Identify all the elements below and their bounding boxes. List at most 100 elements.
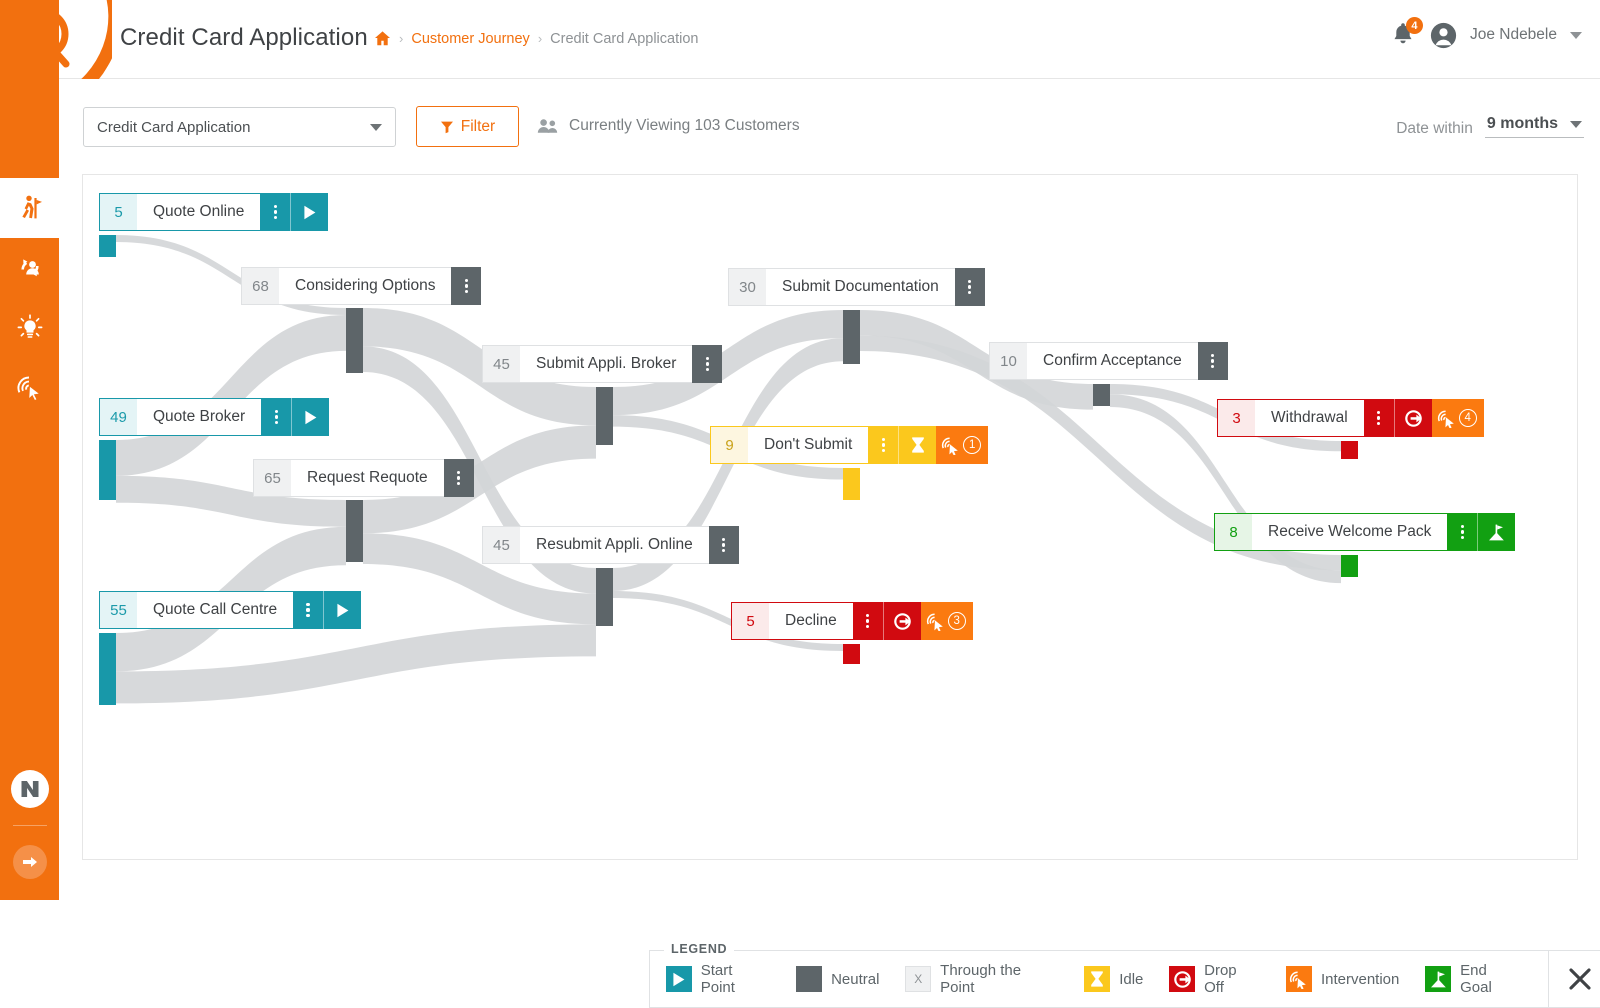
node-bar-quote_call[interactable] (99, 633, 116, 705)
legend-label: Through the Point (940, 962, 1058, 996)
node-bar-considering[interactable] (346, 308, 363, 373)
legend-close-button[interactable] (1548, 951, 1600, 1007)
kebab-icon (1461, 525, 1464, 540)
journey-node-welcome_pack[interactable]: 8Receive Welcome Pack (1214, 513, 1515, 551)
node-kebab-button[interactable] (1364, 399, 1394, 437)
idle-icon-swatch (1084, 966, 1110, 992)
node-count: 8 (1214, 513, 1252, 551)
sidebar-item-insights[interactable] (0, 298, 59, 358)
node-bar-decline[interactable] (843, 644, 860, 664)
node-kebab-button[interactable] (1447, 513, 1477, 551)
filter-button[interactable]: Filter (416, 106, 519, 147)
journey-node-considering[interactable]: 68Considering Options (241, 267, 481, 305)
node-bar-dont_submit[interactable] (843, 468, 860, 500)
node-bar-resubmit_online[interactable] (596, 568, 613, 626)
sidebar-item-customers[interactable] (0, 238, 59, 298)
node-intervention-button[interactable]: 4 (1432, 399, 1484, 437)
top-header: Credit Card Application › Customer Journ… (0, 0, 1600, 79)
node-kebab-button[interactable] (1198, 342, 1228, 380)
chevron-down-icon[interactable] (1570, 32, 1582, 39)
node-bar-submit_broker[interactable] (596, 387, 613, 445)
node-bar-request_requote[interactable] (346, 500, 363, 562)
node-start-point-button[interactable] (291, 398, 329, 436)
node-kebab-button[interactable] (444, 459, 474, 497)
journey-canvas[interactable]: 5Quote Online68Considering Options49Quot… (82, 174, 1578, 860)
node-kebab-button[interactable] (955, 268, 985, 306)
node-end-goal-button[interactable] (1477, 513, 1515, 551)
start-point-icon (670, 971, 687, 988)
chevron-down-icon (370, 124, 382, 131)
journey-node-submit_doc[interactable]: 30Submit Documentation (728, 268, 985, 306)
drop-off-icon-swatch (1169, 966, 1195, 992)
kebab-icon (1377, 411, 1380, 426)
node-intervention-button[interactable]: 3 (921, 602, 973, 640)
journey-node-withdrawal[interactable]: 3Withdrawal4 (1217, 399, 1484, 437)
home-icon[interactable] (374, 30, 391, 47)
journey-node-dont_submit[interactable]: 9Don't Submit1 (710, 426, 988, 464)
node-intervention-button[interactable]: 1 (936, 426, 988, 464)
node-kebab-button[interactable] (451, 267, 481, 305)
legend-item-intervention[interactable]: Intervention (1286, 966, 1399, 992)
journey-node-decline[interactable]: 5Decline3 (731, 602, 973, 640)
node-kebab-button[interactable] (260, 193, 290, 231)
filter-icon (440, 120, 454, 134)
node-bar-welcome_pack[interactable] (1341, 555, 1358, 577)
journey-node-resubmit_online[interactable]: 45Resubmit Appli. Online (482, 526, 739, 564)
node-drop-off-button[interactable] (1394, 399, 1432, 437)
legend-item-drop-off[interactable]: Drop Off (1169, 962, 1260, 996)
kebab-icon (306, 603, 309, 618)
end-goal-icon (1429, 970, 1448, 989)
lightbulb-icon (15, 313, 45, 343)
journey-node-quote_broker[interactable]: 49Quote Broker (99, 398, 329, 436)
node-kebab-button[interactable] (692, 345, 722, 383)
node-label: Quote Call Centre (137, 591, 293, 629)
node-count: 9 (710, 426, 748, 464)
journey-node-confirm_accept[interactable]: 10Confirm Acceptance (989, 342, 1228, 380)
legend-item-idle[interactable]: Idle (1084, 966, 1143, 992)
node-kebab-button[interactable] (709, 526, 739, 564)
node-start-point-button[interactable] (323, 591, 361, 629)
node-bar-confirm_accept[interactable] (1093, 384, 1110, 406)
legend: LEGEND Start PointNeutralXThrough the Po… (649, 950, 1600, 1008)
journey-node-request_requote[interactable]: 65Request Requote (253, 459, 474, 497)
journey-node-submit_broker[interactable]: 45Submit Appli. Broker (482, 345, 722, 383)
brand-logo-button[interactable] (0, 759, 59, 819)
kebab-icon (465, 279, 468, 294)
breadcrumb-item-customer-journey[interactable]: Customer Journey (411, 31, 529, 47)
node-bar-submit_doc[interactable] (843, 310, 860, 364)
filter-label: Filter (461, 118, 495, 136)
node-kebab-button[interactable] (261, 398, 291, 436)
legend-item-end-goal[interactable]: End Goal (1425, 962, 1522, 996)
brand-logo-icon (11, 770, 49, 808)
journey-node-quote_call[interactable]: 55Quote Call Centre (99, 591, 361, 629)
journey-select[interactable]: Credit Card Application (83, 107, 396, 147)
intervention-icon (1437, 409, 1456, 428)
kebab-icon (968, 280, 971, 295)
node-label: Resubmit Appli. Online (520, 526, 709, 564)
legend-item-neutral[interactable]: Neutral (796, 966, 879, 992)
node-kebab-button[interactable] (868, 426, 898, 464)
node-kebab-button[interactable] (853, 602, 883, 640)
sidebar-item-journeys[interactable] (0, 178, 59, 238)
node-label: Decline (769, 602, 853, 640)
idle-icon (910, 436, 926, 454)
sidebar-item-interventions[interactable] (0, 358, 59, 418)
legend-item-start-point[interactable]: Start Point (666, 962, 770, 996)
sidebar-expand-button[interactable] (0, 832, 59, 892)
user-name[interactable]: Joe Ndebele (1470, 26, 1557, 44)
node-idle-button[interactable] (898, 426, 936, 464)
date-within-select[interactable]: 9 months (1485, 115, 1584, 138)
notifications-button[interactable]: 4 (1391, 21, 1417, 49)
node-count: 45 (482, 526, 520, 564)
node-bar-quote_online[interactable] (99, 235, 116, 257)
node-bar-quote_broker[interactable] (99, 440, 116, 500)
legend-item-through-point[interactable]: XThrough the Point (905, 962, 1058, 996)
node-start-point-button[interactable] (290, 193, 328, 231)
node-drop-off-button[interactable] (883, 602, 921, 640)
journey-node-quote_online[interactable]: 5Quote Online (99, 193, 328, 231)
flow-quote_broker-to-considering[interactable] (116, 315, 346, 476)
node-kebab-button[interactable] (293, 591, 323, 629)
node-count: 68 (241, 267, 279, 305)
node-bar-withdrawal[interactable] (1341, 441, 1358, 459)
avatar[interactable] (1430, 22, 1457, 49)
